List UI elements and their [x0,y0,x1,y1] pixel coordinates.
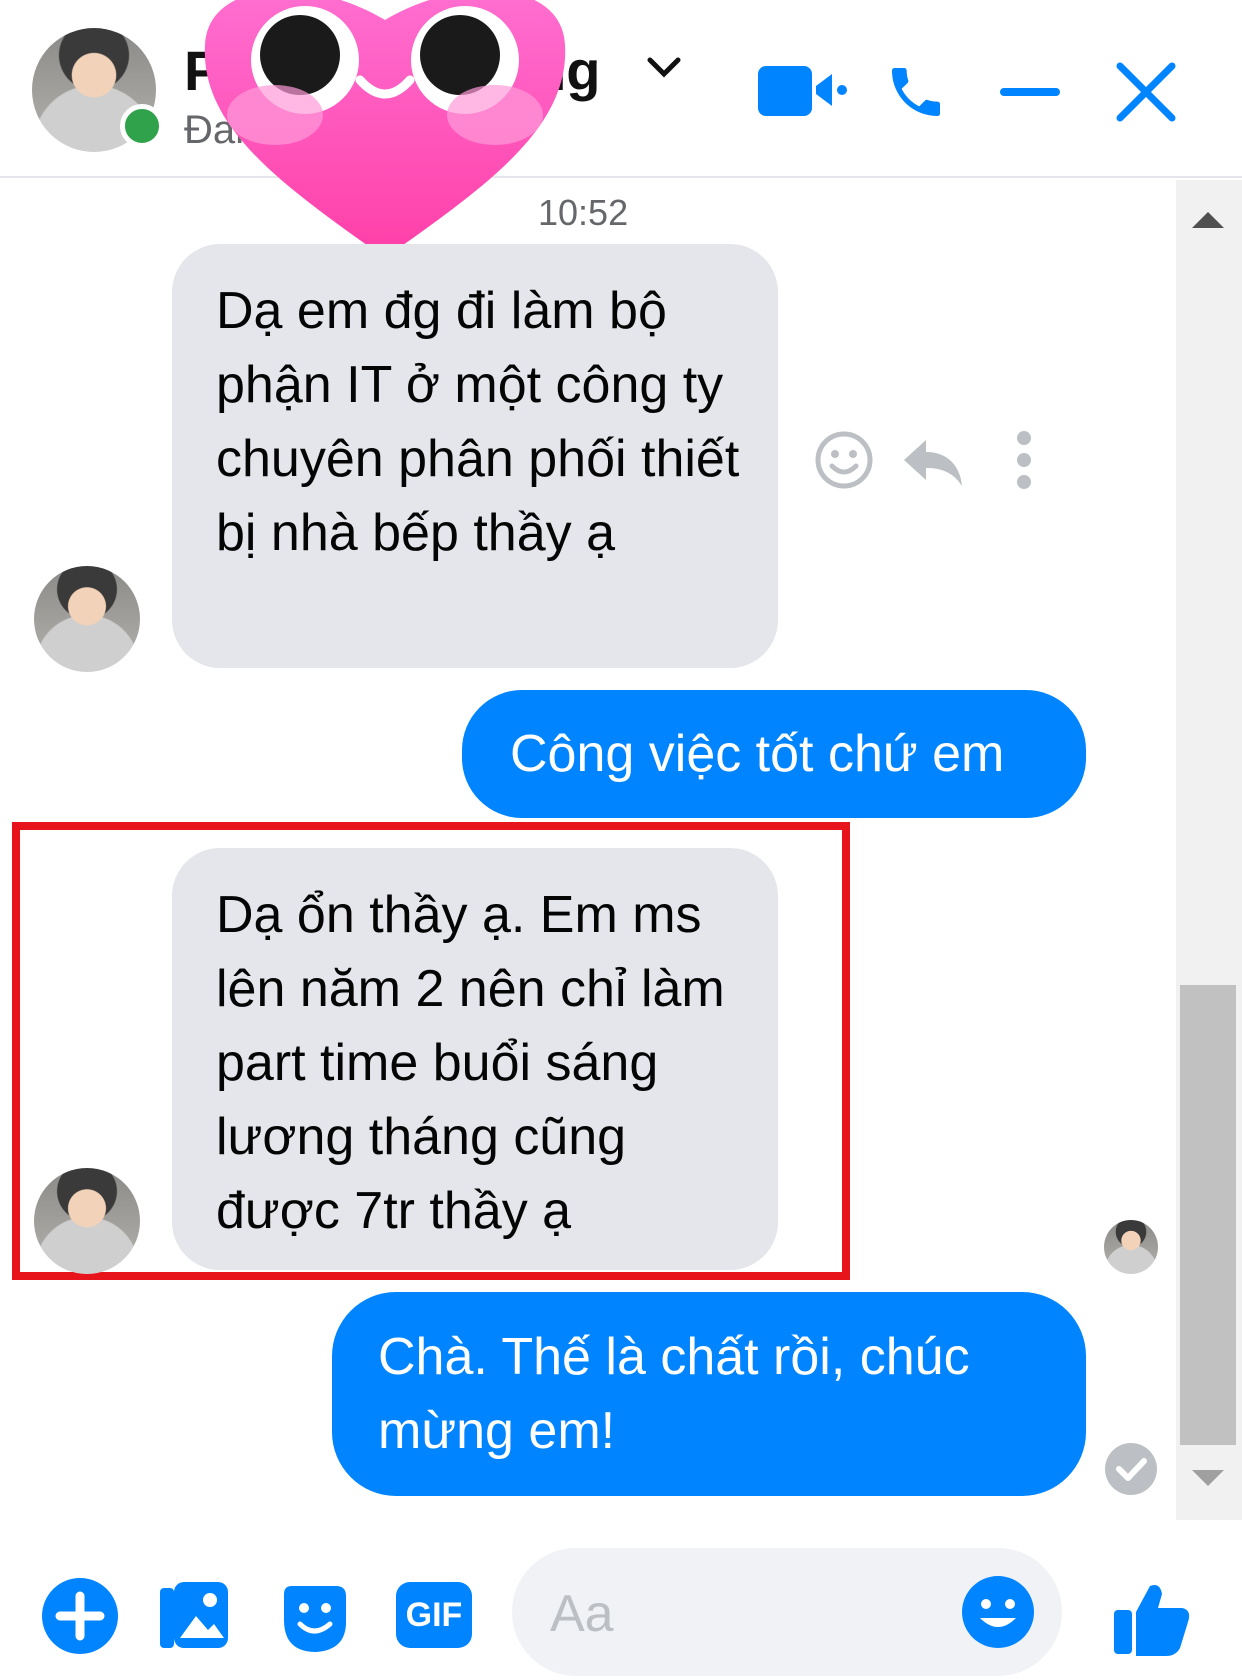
message-input-placeholder: Aa [550,1585,614,1643]
like-thumbs-up-icon[interactable] [1110,1576,1194,1660]
message-text: Công việc tốt chứ em [510,725,1005,783]
scrollbar-thumb[interactable] [1180,985,1236,1445]
message-text: Dạ em đg đi làm bộ phận IT ở một công ty… [216,282,740,562]
heart-sticker [200,0,570,267]
outgoing-message-bubble[interactable]: Chà. Thế là chất rồi, chúc mừng em! [332,1292,1086,1496]
gif-button[interactable]: GIF [396,1582,472,1648]
delivered-check-icon [1104,1442,1158,1496]
video-call-icon[interactable] [756,60,848,120]
scroll-down-arrow[interactable] [1192,1470,1224,1486]
incoming-message-bubble[interactable]: Dạ em đg đi làm bộ phận IT ở một công ty… [172,244,778,668]
emoji-icon[interactable] [960,1574,1036,1650]
message-timestamp: 10:52 [538,192,629,233]
seen-avatar [1104,1220,1158,1274]
message-text: Dạ ổn thầy ạ. Em ms lên năm 2 nên chỉ là… [216,886,725,1240]
chevron-down-icon[interactable] [644,52,684,82]
message-input[interactable]: Aa [512,1548,1062,1676]
scroll-up-arrow[interactable] [1192,212,1224,228]
sender-avatar[interactable] [34,1168,140,1274]
minimize-icon[interactable] [1000,88,1060,96]
incoming-message-bubble[interactable]: Dạ ổn thầy ạ. Em ms lên năm 2 nên chỉ là… [172,848,778,1270]
photo-gallery-icon[interactable] [156,1578,232,1654]
message-text: Chà. Thế là chất rồi, chúc mừng em! [378,1328,970,1460]
phone-call-icon[interactable] [884,60,948,124]
add-plus-icon[interactable] [40,1576,120,1656]
outgoing-message-bubble[interactable]: Công việc tốt chứ em [462,690,1086,818]
sender-avatar[interactable] [34,566,140,672]
online-status-dot [120,104,164,148]
reply-icon[interactable] [900,434,966,490]
close-icon[interactable] [1114,60,1178,124]
more-options-icon[interactable] [1012,430,1036,490]
sticker-icon[interactable] [276,1580,352,1656]
react-emoji-icon[interactable] [814,430,874,490]
gif-label: GIF [405,1596,463,1634]
